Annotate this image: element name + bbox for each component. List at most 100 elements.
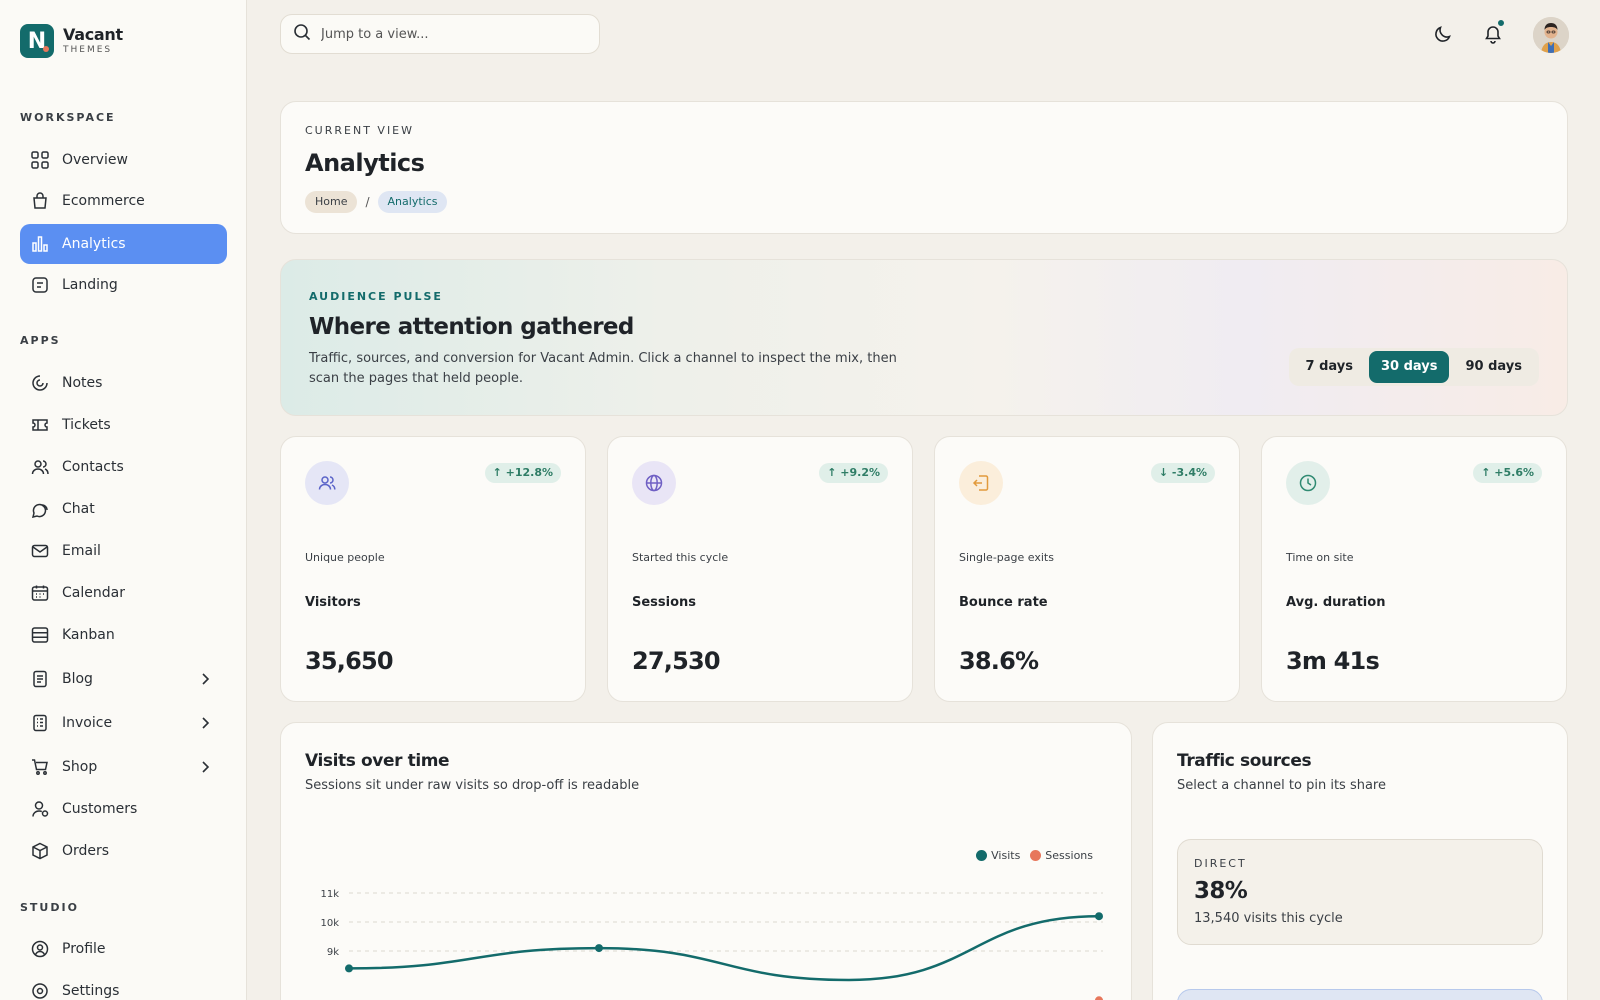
invoice-icon [30, 713, 50, 733]
customers-icon [30, 799, 50, 819]
sidebar-item-label: Customers [62, 801, 138, 817]
chevron-right-icon[interactable] [197, 715, 213, 731]
trend-badge: ↓ -3.4% [1150, 463, 1215, 483]
kpi-card-sessions[interactable]: ↑ +9.2% Started this cycle Sessions 27,5… [607, 436, 913, 702]
kpi-sub: Single-page exits [959, 551, 1054, 564]
range-7-days[interactable]: 7 days [1294, 351, 1365, 383]
section-label-workspace: WORKSPACE [20, 111, 116, 124]
bell-icon[interactable] [1481, 19, 1505, 46]
sidebar-item-invoice[interactable]: Invoice [20, 703, 227, 743]
sidebar-item-customers[interactable]: Customers [20, 789, 227, 829]
sidebar-item-label: Overview [62, 152, 128, 168]
y-tick-label: 11k [320, 889, 339, 900]
selected-source-direct[interactable]: DIRECT 38% 13,540 visits this cycle [1177, 839, 1543, 945]
hero-kicker: AUDIENCE PULSE [309, 290, 443, 303]
brand-logo: N [20, 24, 54, 58]
range-90-days[interactable]: 90 days [1453, 351, 1534, 383]
range-30-days[interactable]: 30 days [1368, 351, 1450, 383]
kpi-card-avg-duration[interactable]: ↑ +5.6% Time on site Avg. duration 3m 41… [1261, 436, 1567, 702]
kpi-label: Avg. duration [1286, 595, 1386, 610]
kpi-value: 35,650 [305, 647, 394, 675]
traffic-subtitle: Select a channel to pin its share [1177, 778, 1386, 793]
sidebar-item-landing[interactable]: Landing [20, 265, 227, 305]
brand-name: Vacant [63, 25, 123, 44]
sidebar-item-ecommerce[interactable]: Ecommerce [20, 181, 227, 221]
sidebar-item-orders[interactable]: Orders [20, 831, 227, 871]
kpi-sub: Unique people [305, 551, 385, 564]
search-input[interactable] [321, 26, 581, 42]
grid-icon [30, 150, 50, 170]
sidebar-item-label: Profile [62, 941, 106, 957]
current-view-card: CURRENT VIEW Analytics Home / Analytics [280, 101, 1568, 234]
sidebar-item-analytics[interactable]: Analytics [20, 224, 227, 264]
brand[interactable]: N Vacant THEMES [20, 24, 123, 58]
source-share: 38% [1194, 878, 1248, 904]
source-item[interactable] [1177, 989, 1543, 1000]
sidebar-item-label: Notes [62, 375, 103, 391]
sidebar-item-label: Chat [62, 501, 95, 517]
clock-icon [1286, 461, 1330, 505]
bag-icon [30, 191, 50, 211]
profile-icon [30, 939, 50, 959]
traffic-title: Traffic sources [1177, 751, 1312, 771]
notification-dot [1497, 19, 1505, 27]
kpi-value: 38.6% [959, 647, 1039, 675]
kpi-sub: Time on site [1286, 551, 1354, 564]
chat-icon [30, 499, 50, 519]
trend-badge: ↑ +9.2% [819, 463, 888, 483]
sidebar-item-blog[interactable]: Blog [20, 659, 227, 699]
data-point-visits[interactable] [345, 964, 353, 973]
search-bar[interactable] [280, 14, 600, 54]
bar-chart-icon [30, 234, 50, 254]
cart-icon [30, 757, 50, 777]
kpi-label: Sessions [632, 595, 697, 610]
sidebar-item-contacts[interactable]: Contacts [20, 447, 227, 487]
settings-icon [30, 981, 50, 1000]
kpi-card-bounce-rate[interactable]: ↓ -3.4% Single-page exits Bounce rate 38… [934, 436, 1240, 702]
brand-sub: THEMES [63, 45, 113, 55]
sidebar-item-settings[interactable]: Settings [20, 971, 227, 1000]
chevron-right-icon[interactable] [197, 671, 213, 687]
sidebar-item-label: Tickets [62, 417, 111, 433]
range-selector: 7 days 30 days 90 days [1288, 348, 1539, 386]
sidebar-item-label: Analytics [62, 236, 126, 252]
sidebar-item-email[interactable]: Email [20, 531, 227, 571]
sidebar-item-profile[interactable]: Profile [20, 929, 227, 969]
kpi-label: Visitors [305, 595, 361, 610]
sidebar-item-chat[interactable]: Chat [20, 489, 227, 529]
sidebar-item-label: Blog [62, 671, 93, 687]
hero-description: Traffic, sources, and conversion for Vac… [309, 351, 897, 386]
trend-badge: ↑ +5.6% [1473, 463, 1542, 483]
avatar[interactable] [1533, 17, 1569, 53]
sidebar-item-kanban[interactable]: Kanban [20, 615, 227, 655]
data-point-sessions[interactable] [1095, 996, 1103, 1000]
sidebar-item-label: Email [62, 543, 101, 559]
sidebar-item-notes[interactable]: Notes [20, 363, 227, 403]
source-detail: 13,540 visits this cycle [1194, 911, 1343, 926]
source-kicker: DIRECT [1194, 857, 1247, 870]
mail-icon [30, 541, 50, 561]
sidebar-item-tickets[interactable]: Tickets [20, 405, 227, 445]
breadcrumb-home[interactable]: Home [305, 191, 358, 213]
kpi-value: 27,530 [632, 647, 721, 675]
blog-icon [30, 669, 50, 689]
data-point-visits[interactable] [595, 944, 603, 953]
data-point-visits[interactable] [1095, 912, 1103, 921]
globe-icon [632, 461, 676, 505]
chevron-right-icon[interactable] [197, 759, 213, 775]
sidebar-item-overview[interactable]: Overview [20, 140, 227, 180]
users-icon [305, 461, 349, 505]
box-icon [30, 841, 50, 861]
section-label-studio: STUDIO [20, 901, 79, 914]
y-tick-label: 9k [327, 947, 339, 958]
kpi-value: 3m 41s [1286, 647, 1380, 675]
visits-chart-card: Visits over time Sessions sit under raw … [280, 722, 1132, 1000]
sidebar-item-calendar[interactable]: Calendar [20, 573, 227, 613]
audience-pulse-hero: AUDIENCE PULSE Where attention gathered … [280, 259, 1568, 416]
breadcrumb-analytics[interactable]: Analytics [377, 191, 448, 213]
moon-icon[interactable] [1431, 22, 1455, 46]
kpi-card-visitors[interactable]: ↑ +12.8% Unique people Visitors 35,650 [280, 436, 586, 702]
sidebar-item-label: Shop [62, 759, 98, 775]
hero-title: Where attention gathered [309, 314, 634, 340]
sidebar-item-shop[interactable]: Shop [20, 747, 227, 787]
